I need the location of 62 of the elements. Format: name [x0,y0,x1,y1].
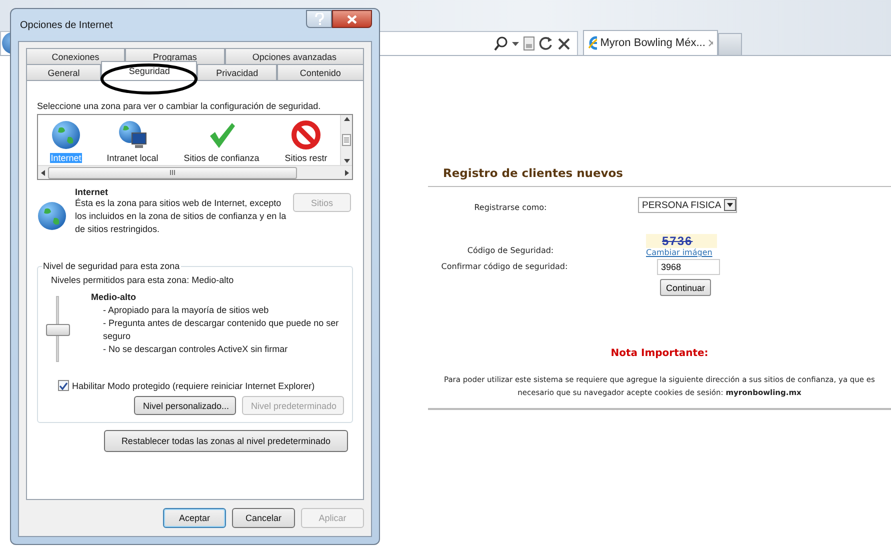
grip-icon [170,170,175,175]
zone-label[interactable]: Sitios restr [284,153,328,163]
stop-icon[interactable] [557,36,571,50]
protected-mode-checkbox[interactable] [58,380,69,391]
globe-icon[interactable] [51,120,81,150]
zone-label[interactable]: Sitios de confianza [182,153,260,163]
slider-thumb[interactable] [46,324,70,336]
dialog-tab[interactable]: Privacidad [197,64,277,80]
refresh-icon[interactable] [539,36,553,51]
security-level-slider[interactable] [46,296,70,362]
note-title: Nota Importante: [610,348,710,359]
level-description: - Pregunta antes de descargar contenido que puede no ser seguro [102,317,340,343]
prohibited-icon[interactable] [291,120,321,150]
dialog-button[interactable]: Cancelar [232,508,295,528]
scroll-thumb[interactable] [342,134,351,146]
zone-list[interactable]: Internet Intranet local Sitios de confianza Sitios restr [37,114,353,180]
browser-logo-icon [588,35,598,51]
globe-icon [37,201,67,231]
checkbox-label: Habilitar Modo protegido (requiere reiniciar Internet Explorer) [72,380,315,390]
zone-description: Ésta es la zona para sitios web de Internet, excepto los incluidos en la zona de sitios de confianza y en la de sitios restringidos. [75,197,288,236]
field-label: Confirmar código de seguridad: [440,262,569,270]
scroll-left-icon[interactable] [41,170,45,176]
zone-label[interactable]: Intranet local [106,153,160,163]
reset-zones-button[interactable]: Restablecer todas las zonas al nivel predeterminado [104,430,348,452]
level-description: - No se descargan controles ActiveX sin firmar [102,343,289,356]
question-mark-icon [314,13,324,25]
globe-monitor-icon[interactable] [118,120,148,150]
dialog-tab[interactable]: General [26,64,102,80]
level-button[interactable]: Nivel personalizado... [134,396,236,415]
allowed-levels: Niveles permitidos para esta zona: Medio-alto [51,275,235,285]
close-button[interactable] [332,10,372,28]
group-title: Nivel de seguridad para esta zona [42,261,181,271]
dialog-title: Opciones de Internet [19,20,113,30]
field-label: Código de Seguridad: [466,245,555,255]
level-description: - Apropiado para la mayoría de sitios web [102,304,270,317]
page-heading: Registro de clientes nuevos [443,165,624,182]
search-icon[interactable] [494,36,508,51]
person-type-select[interactable]: PERSONA FISICA [638,197,738,213]
zone-name: Internet [75,187,110,197]
help-button[interactable] [306,10,332,28]
vertical-scrollbar[interactable] [340,115,352,165]
captcha-image: 5736 [646,234,717,248]
browser-tab[interactable]: Myron Bowling Méx... [583,30,718,55]
change-image-link[interactable]: Cambiar imágen [646,248,712,257]
scroll-right-icon[interactable] [345,170,349,176]
dialog-tab[interactable]: Conexiones [26,48,125,64]
close-icon[interactable] [708,39,713,47]
dropdown-icon[interactable] [512,42,519,46]
security-code-field[interactable]: 3968 [657,259,720,275]
scroll-down-icon[interactable] [344,159,350,163]
horizontal-scrollbar[interactable] [38,165,352,179]
dialog-tab[interactable]: Opciones avanzadas [224,48,364,64]
continue-button[interactable]: Continuar [660,279,712,296]
close-icon [347,14,357,24]
field-label: Registrarse como: [473,202,548,214]
tab-title: Myron Bowling Méx... [600,37,706,49]
dialog-button[interactable]: Aceptar [163,508,226,528]
zone-prompt: Seleccione una zona para ver o cambiar la configuración de seguridad. [37,101,322,111]
scroll-thumb[interactable] [48,166,297,178]
dialog-tab[interactable]: Contenido [276,64,364,80]
level-name: Medio-alto [91,292,137,302]
scroll-up-icon[interactable] [344,117,350,121]
